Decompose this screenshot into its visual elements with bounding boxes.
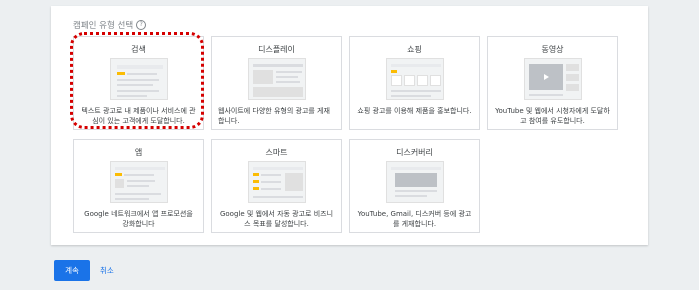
card-title: 스마트 [265, 148, 288, 157]
card-title: 디스커버리 [396, 148, 433, 157]
card-search[interactable]: 검색 텍스트 광고로 내 제품이나 서비스에 관심이 있는 고객에게 도달합니다… [73, 36, 204, 130]
card-title: 동영상 [541, 45, 564, 54]
card-discovery[interactable]: 디스커버리 YouTube, Gmail, 디스커버 등에 광고를 게재합니다. [349, 139, 480, 233]
card-title: 쇼핑 [407, 45, 422, 54]
card-description: Google 및 웹에서 자동 광고로 비즈니스 목표를 달성합니다. [219, 210, 334, 228]
card-smart[interactable]: 스마트 Google 및 웹에서 자동 광고로 비즈니스 목표를 달성합니다. [211, 139, 342, 233]
campaign-type-panel: 캠페인 유형 선택 ? 검색 텍스트 광고로 내 제품이나 서비스에 관심이 있… [51, 6, 648, 245]
app-ad-illustration [109, 161, 168, 203]
card-app[interactable]: 앱 Google 네트워크에서 앱 프로모션을 강화합니다 [73, 139, 204, 233]
card-video[interactable]: 동영상 YouTube 및 웹에서 시청자에게 도달하고 참여를 유도합니다. [487, 36, 618, 130]
help-icon[interactable]: ? [136, 20, 147, 30]
card-description: YouTube, Gmail, 디스커버 등에 광고를 게재합니다. [357, 210, 472, 228]
display-ad-illustration [247, 58, 306, 100]
card-shopping[interactable]: 쇼핑 쇼핑 광고를 이용해 제품을 홍보합니다. [349, 36, 480, 130]
smart-ad-illustration [247, 161, 306, 203]
card-title: 디스플레이 [258, 45, 295, 54]
card-description: Google 네트워크에서 앱 프로모션을 강화합니다 [84, 210, 193, 228]
card-title: 앱 [134, 148, 143, 157]
discovery-ad-illustration [385, 161, 444, 203]
shopping-ad-illustration [385, 58, 444, 100]
card-description: YouTube 및 웹에서 시청자에게 도달하고 참여를 유도합니다. [495, 107, 610, 125]
card-description: 웹사이트에 다양한 유형의 광고를 게재합니다. [218, 107, 330, 125]
card-description: 텍스트 광고로 내 제품이나 서비스에 관심이 있는 고객에게 도달합니다. [81, 107, 196, 125]
card-display[interactable]: 디스플레이 웹사이트에 다양한 유형의 광고를 게재합니다. [211, 36, 342, 130]
video-ad-illustration [523, 58, 582, 100]
card-title: 검색 [131, 45, 146, 54]
card-description: 쇼핑 광고를 이용해 제품을 홍보합니다. [357, 107, 472, 115]
section-title: 캠페인 유형 선택 ? [73, 19, 147, 31]
section-title-text: 캠페인 유형 선택 [73, 21, 134, 31]
continue-button[interactable]: 계속 [54, 260, 90, 281]
cancel-button[interactable]: 취소 [100, 260, 114, 281]
search-ad-illustration [109, 58, 168, 100]
